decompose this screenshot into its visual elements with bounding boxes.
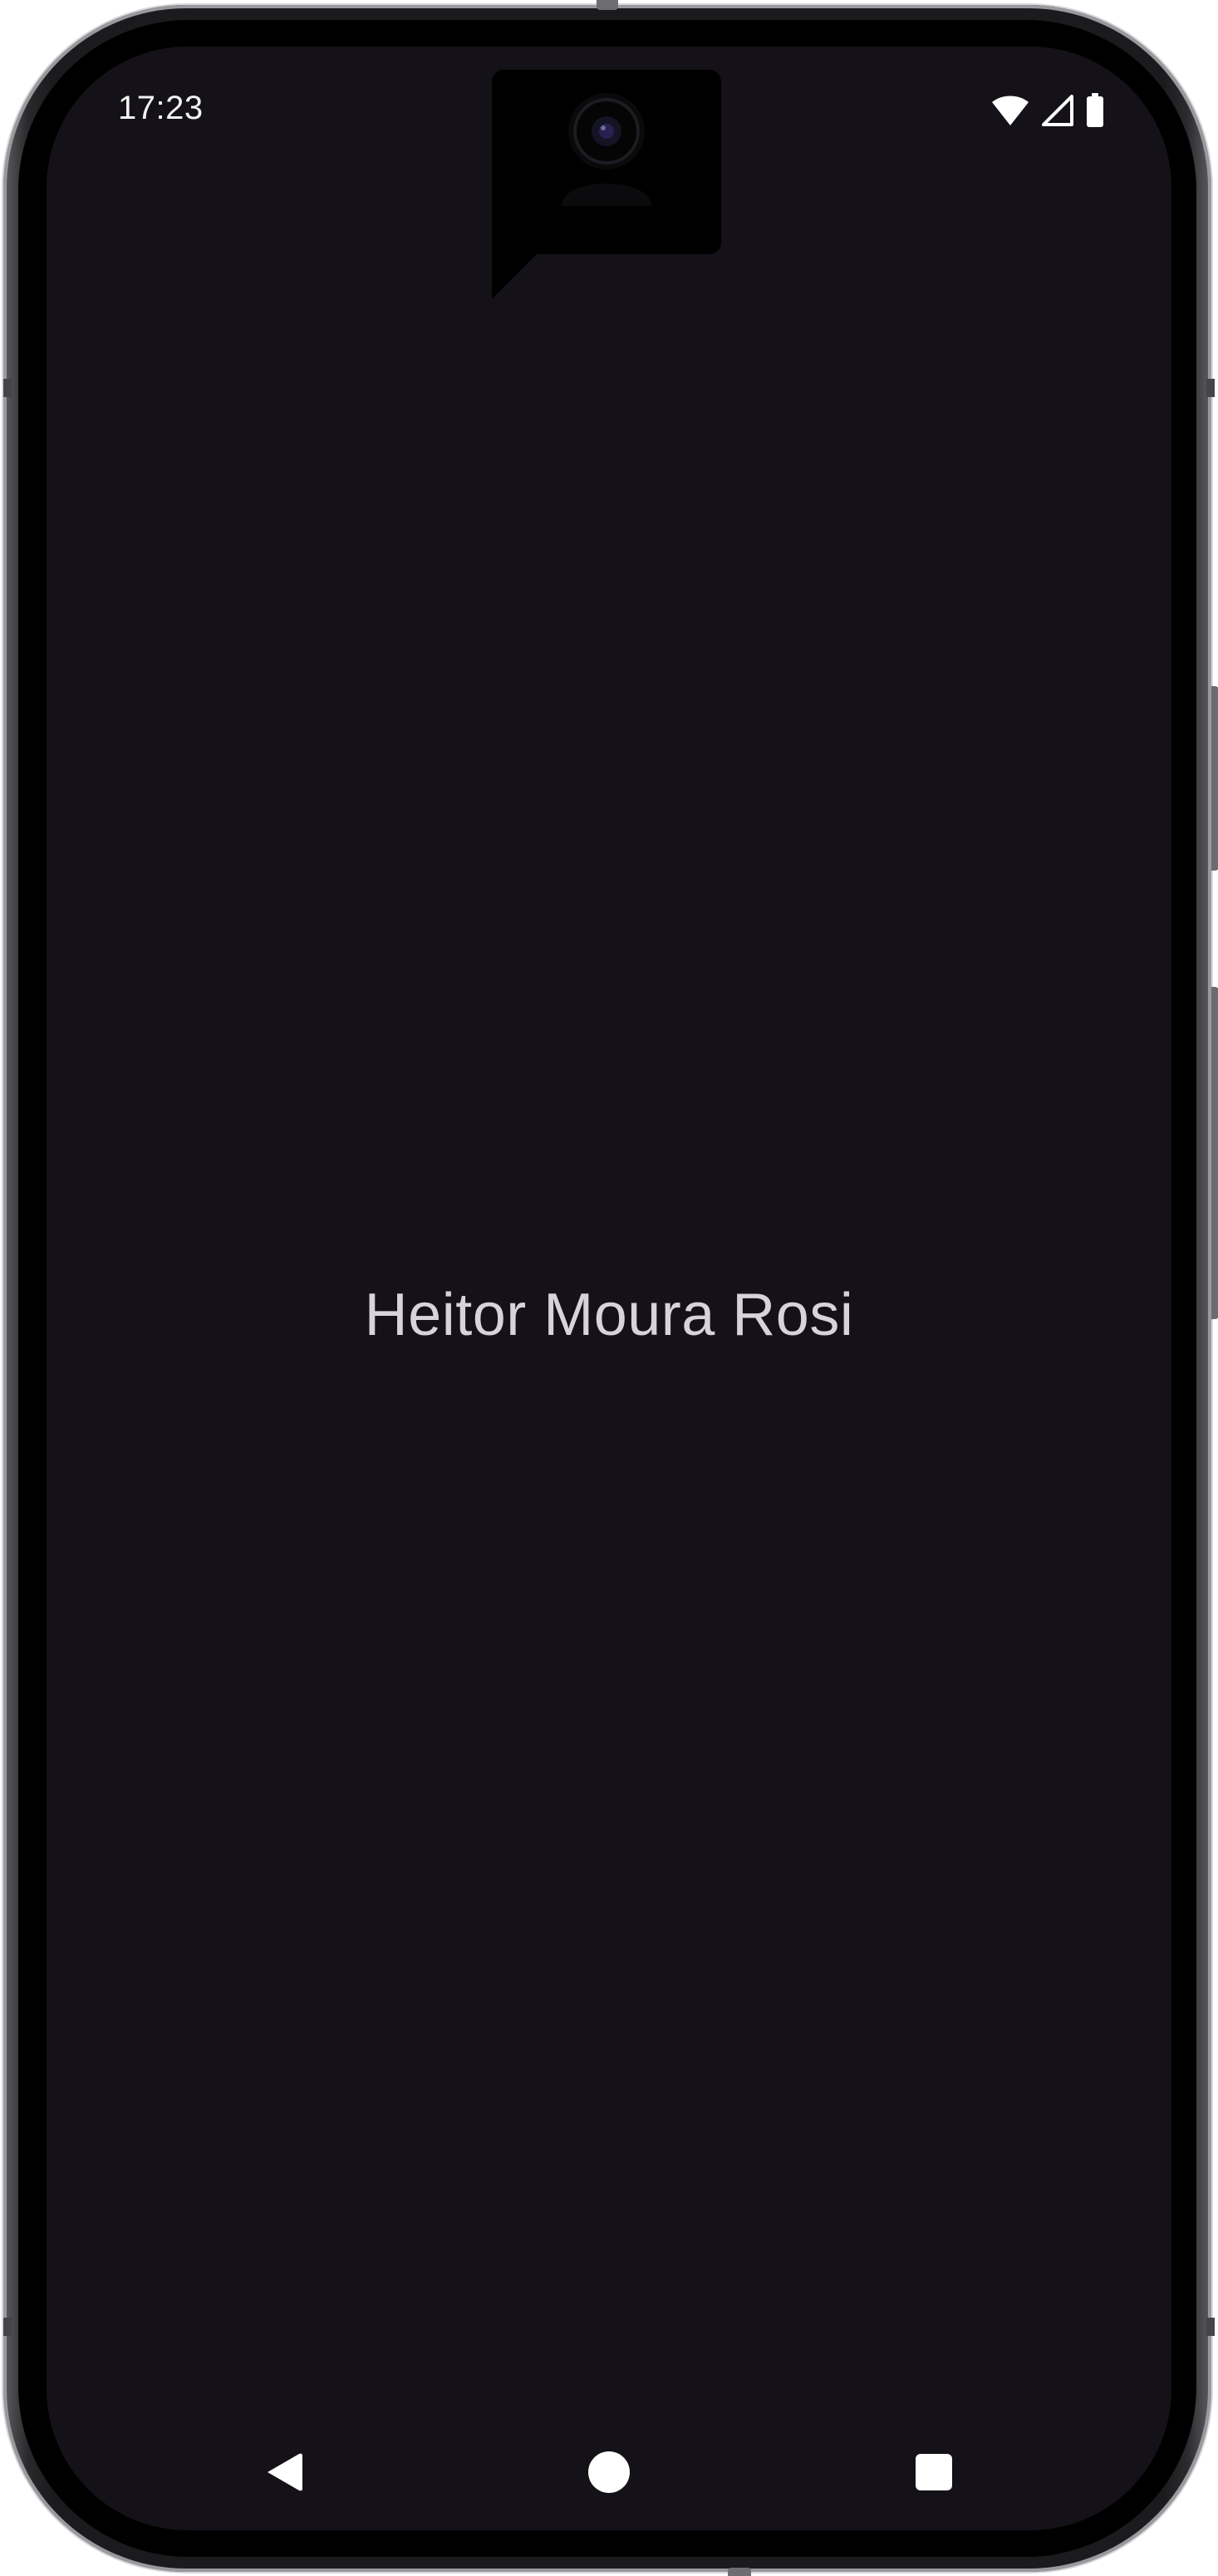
rail-mark-left-top [3,379,12,397]
rail-mark-right-bottom [1206,2318,1215,2336]
rail-mark-left-bottom [3,2318,12,2336]
home-icon [587,2451,631,2498]
person-name: Heitor Moura Rosi [364,1282,854,1348]
recents-button[interactable] [904,2444,964,2504]
navigation-bar [47,2364,1171,2530]
page: 17:23 Heitor Moura Rosi [0,0,1218,2576]
main-content: Heitor Moura Rosi [47,47,1171,2530]
phone-top-mark [597,0,618,10]
volume-button [1211,987,1218,1319]
power-button [1211,686,1218,871]
back-icon [264,2451,304,2498]
home-button[interactable] [579,2444,639,2504]
phone-bottom-mark [728,2568,751,2576]
screen: 17:23 Heitor Moura Rosi [47,47,1171,2530]
rail-mark-right-top [1206,379,1215,397]
back-button[interactable] [254,2444,314,2504]
recents-icon [915,2453,953,2495]
